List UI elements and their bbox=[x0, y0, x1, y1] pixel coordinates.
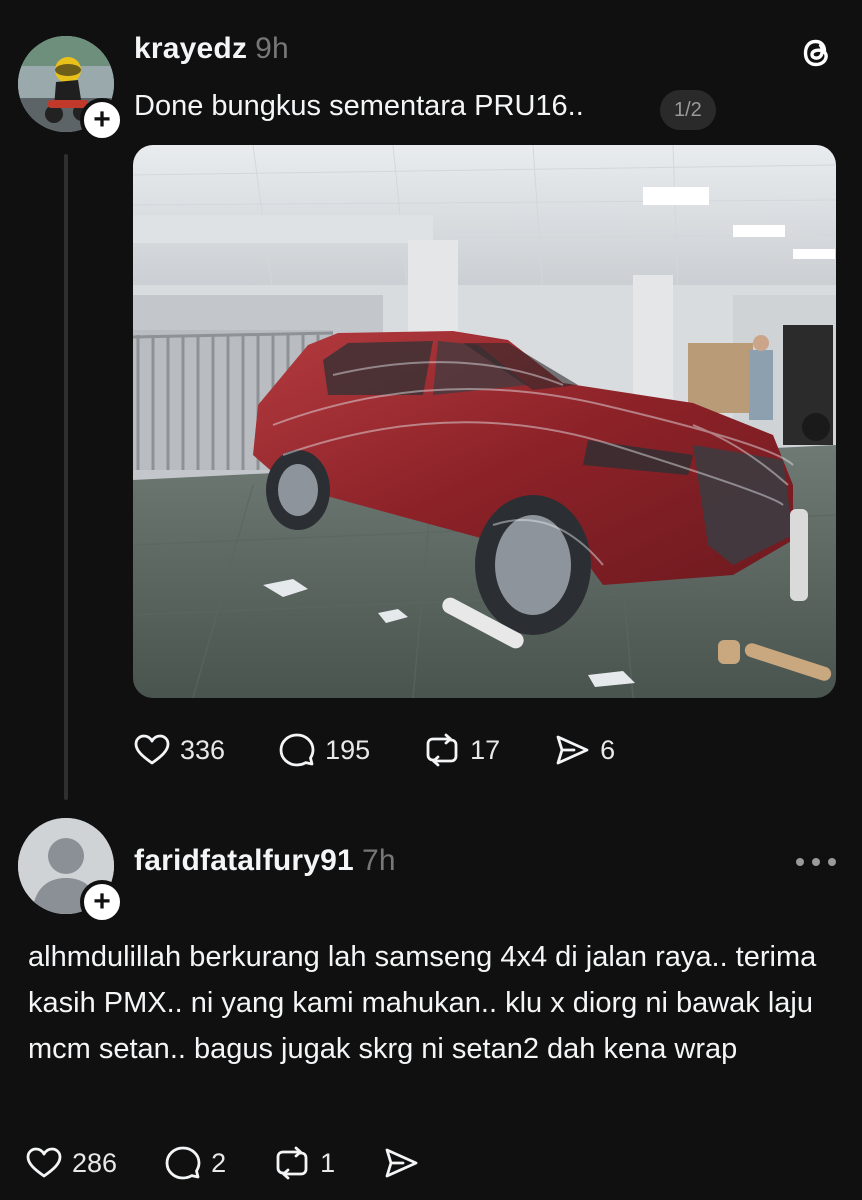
follow-plus-button[interactable]: + bbox=[80, 98, 124, 142]
heart-icon bbox=[134, 734, 170, 765]
reply-count: 195 bbox=[325, 734, 371, 765]
like-button[interactable]: 286 bbox=[24, 1143, 117, 1183]
repost-count: 17 bbox=[470, 734, 501, 765]
share-button[interactable] bbox=[381, 1143, 429, 1183]
dot bbox=[796, 858, 804, 866]
reply-button[interactable]: 2 bbox=[163, 1143, 226, 1183]
threads-feed: + krayedz 9h Done bungkus sementara PRU16… bbox=[0, 0, 862, 1200]
repost-count: 1 bbox=[320, 1147, 336, 1178]
share-button[interactable]: 6 bbox=[552, 730, 615, 770]
wrapped-truck-photo bbox=[133, 145, 836, 698]
thread-connector-line bbox=[64, 154, 68, 800]
share-count: 6 bbox=[600, 734, 616, 765]
username-link[interactable]: faridfatalfury91 bbox=[134, 844, 354, 877]
username-link[interactable]: krayedz bbox=[134, 32, 247, 65]
comment-icon bbox=[165, 1146, 201, 1180]
dot bbox=[812, 858, 820, 866]
post-actions: 336 195 17 6 bbox=[132, 730, 667, 770]
more-options-icon[interactable] bbox=[796, 852, 836, 872]
repost-icon bbox=[426, 733, 458, 767]
plus-icon: + bbox=[93, 885, 111, 918]
like-button[interactable]: 336 bbox=[132, 730, 225, 770]
post-header: faridfatalfury91 7h bbox=[134, 844, 396, 878]
post-timestamp: 7h bbox=[361, 844, 396, 877]
heart-icon bbox=[26, 1147, 62, 1178]
dot bbox=[828, 858, 836, 866]
repost-icon bbox=[276, 1146, 308, 1180]
comment-icon bbox=[279, 733, 315, 767]
post-header: krayedz 9h bbox=[134, 32, 289, 66]
reply-button[interactable]: 195 bbox=[277, 730, 370, 770]
post-timestamp: 9h bbox=[255, 32, 289, 65]
share-icon bbox=[385, 1148, 418, 1178]
post-actions: 286 2 1 bbox=[24, 1143, 475, 1183]
repost-button[interactable]: 17 bbox=[422, 730, 500, 770]
share-icon bbox=[556, 735, 589, 765]
post-image[interactable] bbox=[133, 145, 836, 698]
like-count: 336 bbox=[180, 734, 226, 765]
like-count: 286 bbox=[72, 1147, 118, 1178]
post-text: Done bungkus sementara PRU16.. bbox=[134, 90, 584, 122]
carousel-page-indicator: 1/2 bbox=[660, 90, 716, 130]
repost-button[interactable]: 1 bbox=[272, 1143, 335, 1183]
threads-logo-icon[interactable] bbox=[796, 32, 836, 72]
reply-text: alhmdulillah berkurang lah samseng 4x4 d… bbox=[28, 941, 817, 1065]
reply-count: 2 bbox=[211, 1147, 227, 1178]
follow-plus-button[interactable]: + bbox=[80, 880, 124, 924]
plus-icon: + bbox=[93, 103, 111, 136]
